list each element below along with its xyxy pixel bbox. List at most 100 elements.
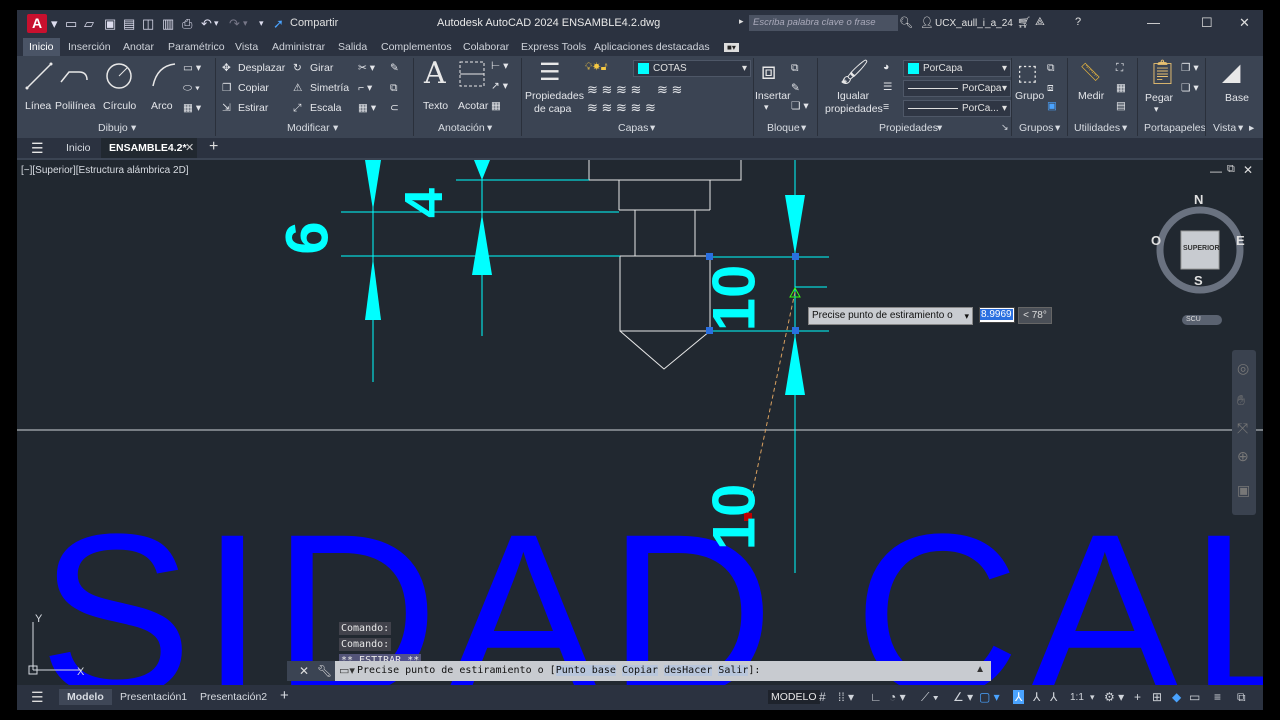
clean-screen-icon[interactable]: ▭ bbox=[1189, 690, 1200, 704]
tab-aplicaciones[interactable]: Aplicaciones destacadas bbox=[594, 41, 710, 53]
lineweight-icon[interactable]: ≡ bbox=[883, 101, 889, 113]
print-preview-icon[interactable]: ⎙ bbox=[182, 16, 192, 32]
annotation-visibility-icon[interactable]: ⅄ bbox=[1013, 690, 1025, 704]
tab-inicio[interactable]: Inicio bbox=[23, 38, 60, 57]
dimension-icon[interactable] bbox=[458, 60, 488, 90]
add-layout-icon[interactable]: + bbox=[280, 687, 289, 704]
girar-button[interactable]: Girar bbox=[310, 62, 333, 74]
fullscreen-icon[interactable]: ⧉ bbox=[1237, 690, 1246, 705]
layer-properties-button[interactable]: Propiedades bbox=[525, 90, 584, 102]
close-icon[interactable]: ✕ bbox=[1239, 15, 1250, 31]
tab-salida[interactable]: Salida bbox=[338, 41, 367, 53]
save-icon[interactable]: ▣ bbox=[104, 16, 116, 32]
workspace-icon[interactable]: ⚙ ▾ bbox=[1104, 690, 1124, 704]
table-icon[interactable]: ▦ bbox=[491, 100, 501, 112]
hardware-accel-icon[interactable]: ◆ bbox=[1172, 690, 1181, 704]
insert-block-icon[interactable]: ⧈ bbox=[761, 58, 776, 86]
app-menu-button[interactable]: A bbox=[27, 14, 47, 33]
scale-dropdown-icon[interactable]: ▾ bbox=[1090, 692, 1095, 703]
pan-icon[interactable]: ✋︎ bbox=[1237, 392, 1245, 409]
grupos-expand-icon[interactable]: ▾ bbox=[1055, 122, 1060, 134]
estirar-button[interactable]: Estirar bbox=[238, 102, 268, 114]
tab-presentacion2[interactable]: Presentación2 bbox=[200, 691, 267, 703]
tab-anotar[interactable]: Anotar bbox=[123, 41, 154, 53]
layout-menu-icon[interactable]: ☰ bbox=[31, 689, 44, 706]
search-expand-icon[interactable]: ▸ bbox=[739, 16, 744, 27]
base-button[interactable]: Base bbox=[1225, 92, 1249, 104]
measure-icon[interactable]: 📏︎ bbox=[1079, 62, 1102, 83]
layer-tools-row2-icons[interactable]: ≋ ≋ ≋ ≋ ≋ bbox=[587, 100, 656, 116]
file-tab-inicio[interactable]: Inicio bbox=[66, 142, 91, 154]
user-name[interactable]: UCX_aull_i_a_24 bbox=[935, 18, 1013, 29]
option-copiar[interactable]: Copiar bbox=[621, 665, 659, 676]
fillet-icon[interactable]: ⌐ ▾ bbox=[358, 82, 372, 94]
option-punto-base[interactable]: Punto base bbox=[555, 665, 616, 676]
redo-dropdown-icon[interactable]: ▾ bbox=[243, 18, 248, 29]
undo-dropdown-icon[interactable]: ▾ bbox=[214, 18, 219, 29]
offset-icon[interactable]: ⊂ bbox=[390, 102, 399, 114]
text-icon[interactable]: A bbox=[424, 56, 446, 91]
igualar-button[interactable]: Igualar bbox=[837, 90, 869, 102]
acotar-button[interactable]: Acotar bbox=[458, 100, 488, 112]
panel-grupos-title[interactable]: Grupos bbox=[1019, 122, 1053, 134]
panel-dibujo-title[interactable]: Dibujo bbox=[98, 122, 128, 134]
explode-icon[interactable]: ⧉ bbox=[390, 82, 398, 95]
erase-icon[interactable]: ✎ bbox=[390, 62, 399, 74]
layer-tools-row1-icons[interactable]: ≋ ≋ ≋ ≋ bbox=[587, 82, 641, 98]
command-prompt-icon[interactable]: ▭▾ bbox=[339, 664, 355, 677]
group-select-icon[interactable]: ▣ bbox=[1047, 100, 1057, 112]
polar-icon[interactable]: ◔ ▾ bbox=[889, 690, 906, 704]
new-file-icon[interactable]: ▭ bbox=[65, 16, 77, 32]
simetria-button[interactable]: Simetría bbox=[310, 82, 349, 94]
customize-icon[interactable]: ▾ bbox=[259, 18, 264, 29]
match-properties-icon[interactable]: 🖌︎ bbox=[839, 58, 869, 87]
isodraft-icon[interactable]: ⟋ ▾ bbox=[921, 690, 939, 705]
panel-bloque-title[interactable]: Bloque bbox=[767, 122, 800, 134]
ellipse-icon[interactable]: ⬭ ▾ bbox=[183, 82, 200, 95]
command-history-toggle-icon[interactable]: ▲ bbox=[975, 664, 985, 675]
tab-colaborar[interactable]: Colaborar bbox=[463, 41, 509, 53]
close-tab-icon[interactable]: ✕ bbox=[185, 141, 194, 154]
bloque-expand-icon[interactable]: ▾ bbox=[801, 122, 806, 134]
pegar-dropdown-icon[interactable]: ▾ bbox=[1154, 104, 1159, 115]
open-file-icon[interactable]: ▱ bbox=[84, 16, 94, 32]
minimize-icon[interactable]: — bbox=[1147, 15, 1160, 30]
help-icon[interactable]: ? bbox=[1075, 16, 1081, 28]
save-as-icon[interactable]: ▤ bbox=[123, 16, 135, 32]
group-edit-icon[interactable]: ⧈ bbox=[1047, 82, 1054, 95]
search-icon[interactable]: 🔍︎ bbox=[899, 16, 913, 29]
viewcube-north[interactable]: N bbox=[1194, 192, 1203, 207]
copiar-button[interactable]: Copiar bbox=[238, 82, 269, 94]
viewcube-west[interactable]: O bbox=[1151, 233, 1161, 248]
linetype-combo[interactable]: PorCapa ▾ bbox=[903, 80, 1011, 97]
menu-icon[interactable]: ☰ bbox=[31, 140, 44, 157]
panel-vista-title[interactable]: Vista bbox=[1213, 122, 1236, 134]
angle-field[interactable]: < 78° bbox=[1018, 307, 1052, 324]
option-deshacer[interactable]: desHacer bbox=[664, 665, 713, 676]
print-icon[interactable]: ▥ bbox=[162, 16, 174, 32]
command-line[interactable]: ✕ 🔧︎ ▭▾ Precise punto de estiramiento o … bbox=[287, 661, 991, 681]
calculator-icon[interactable]: ▦ bbox=[1116, 82, 1126, 94]
customize-command-icon[interactable]: 🔧︎ bbox=[317, 664, 332, 678]
tab-vista[interactable]: Vista bbox=[235, 41, 258, 53]
capas-expand-icon[interactable]: ▾ bbox=[650, 122, 655, 134]
utilidades-expand-icon[interactable]: ▾ bbox=[1122, 122, 1127, 134]
color-combo[interactable]: PorCapa ▾ bbox=[903, 60, 1011, 77]
annotation-scale-icon[interactable]: ⅄ bbox=[1050, 690, 1057, 704]
grupo-button[interactable]: Grupo bbox=[1015, 90, 1044, 102]
maximize-icon[interactable]: ☐ bbox=[1201, 15, 1213, 31]
drawing-canvas[interactable]: [−][Superior][Estructura alámbrica 2D] —… bbox=[17, 160, 1263, 685]
grid-icon[interactable]: # bbox=[819, 690, 826, 704]
cart-icon[interactable]: 🛒︎ bbox=[1017, 16, 1031, 29]
edit-block-icon[interactable]: ✎ bbox=[791, 82, 800, 94]
id-point-icon[interactable]: ▤ bbox=[1116, 100, 1126, 112]
leader-icon[interactable]: ↗ ▾ bbox=[491, 80, 508, 92]
texto-button[interactable]: Texto bbox=[423, 100, 448, 112]
tab-express-tools[interactable]: Express Tools bbox=[521, 41, 586, 53]
propiedades-dialog-icon[interactable]: ↘ bbox=[1001, 122, 1009, 133]
ortho-icon[interactable]: ∟ bbox=[870, 690, 882, 704]
share-icon[interactable]: ➚ bbox=[273, 16, 284, 32]
panel-modificar-title[interactable]: Modificar bbox=[287, 122, 330, 134]
file-tab-active[interactable]: ENSAMBLE4.2* ✕ bbox=[101, 138, 197, 158]
object-snap-tracking-icon[interactable]: ∠ ▾ bbox=[953, 690, 973, 704]
